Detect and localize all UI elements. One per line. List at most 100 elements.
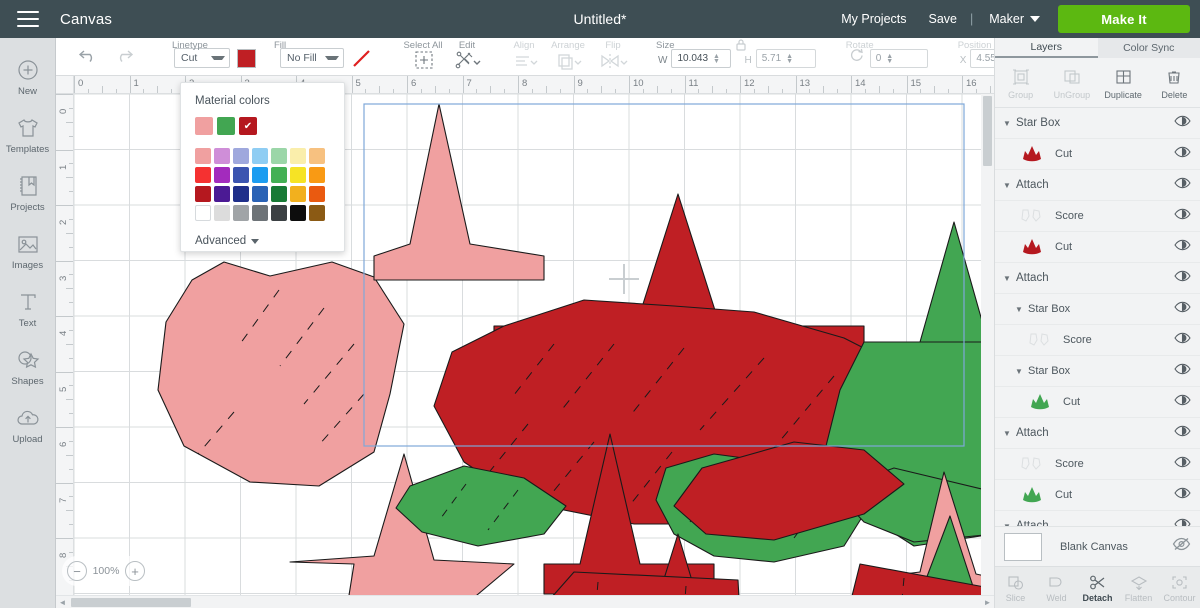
material-colors-popup[interactable]: Material colors ✔ Advanced (180, 82, 345, 252)
rotate-input[interactable]: 0 ▲ ▼ (869, 49, 928, 68)
color-swatch[interactable] (195, 148, 211, 164)
eye-visible-icon[interactable] (1174, 300, 1191, 318)
sidebar-item-new[interactable]: New (0, 48, 56, 106)
eye-visible-icon[interactable] (1174, 145, 1191, 163)
layer-group-row[interactable]: ▼ Star Box (995, 108, 1200, 139)
height-input[interactable]: 5.71 ▲ ▼ (755, 49, 816, 68)
recent-color-swatch-selected[interactable]: ✔ (239, 117, 257, 135)
blank-canvas-swatch[interactable] (1004, 532, 1042, 561)
color-swatch[interactable] (290, 167, 306, 183)
color-swatch[interactable] (214, 148, 230, 164)
eye-visible-icon[interactable] (1174, 455, 1191, 473)
caret-down-icon[interactable]: ▼ (1003, 181, 1016, 190)
undo-icon[interactable] (78, 47, 98, 68)
color-swatch[interactable] (214, 205, 230, 221)
layer-row[interactable]: Score (995, 449, 1200, 480)
color-swatch[interactable] (290, 148, 306, 164)
slice-button[interactable]: Slice (995, 572, 1036, 603)
blank-canvas-row[interactable]: Blank Canvas (995, 526, 1200, 566)
linetype-color-swatch[interactable] (237, 49, 256, 68)
color-swatch[interactable] (271, 205, 287, 221)
color-swatch[interactable] (271, 186, 287, 202)
layer-group-row[interactable]: ▼ Attach (995, 418, 1200, 449)
color-swatch[interactable] (252, 205, 268, 221)
scroll-left-arrow-icon[interactable]: ◄ (56, 598, 69, 607)
save-button[interactable]: Save (918, 12, 969, 26)
color-swatch[interactable] (252, 167, 268, 183)
eye-visible-icon[interactable] (1174, 331, 1191, 349)
sidebar-item-text[interactable]: Text (0, 280, 56, 338)
spinner-icon[interactable]: ▲▼ (786, 53, 793, 65)
advanced-colors-toggle[interactable]: Advanced (195, 235, 330, 247)
eye-visible-icon[interactable] (1174, 114, 1191, 132)
vertical-ruler[interactable]: 0 1 2 3 4 5 6 7 8 (56, 76, 74, 608)
edit-button[interactable] (454, 49, 482, 71)
color-swatch[interactable] (309, 167, 325, 183)
flatten-button[interactable]: Flatten (1118, 572, 1159, 603)
machine-selector[interactable]: Maker (975, 12, 1050, 26)
color-swatch[interactable] (214, 167, 230, 183)
layer-row[interactable]: Score (995, 325, 1200, 356)
make-it-button[interactable]: Make It (1058, 5, 1190, 33)
no-fill-slash-icon[interactable] (351, 48, 372, 69)
sidebar-item-templates[interactable]: Templates (0, 106, 56, 164)
zoom-in-button[interactable]: + (124, 561, 145, 581)
align-button[interactable] (512, 51, 538, 71)
tab-color-sync[interactable]: Color Sync (1098, 38, 1200, 58)
contour-button[interactable]: Contour (1159, 572, 1200, 603)
color-swatch[interactable] (290, 186, 306, 202)
color-swatch[interactable] (309, 205, 325, 221)
color-swatch[interactable] (233, 148, 249, 164)
color-swatch[interactable] (195, 167, 211, 183)
layers-list[interactable]: ▼ Star Box Cut ▼ Attach Score Cut ▼ Attach ▼ Star … (995, 108, 1200, 526)
color-swatch[interactable] (233, 205, 249, 221)
zoom-control[interactable]: − 100% + (62, 556, 150, 586)
sidebar-item-shapes[interactable]: Shapes (0, 338, 56, 396)
delete-button[interactable]: Delete (1149, 66, 1200, 100)
canvas-vertical-scrollbar[interactable] (981, 94, 994, 595)
my-projects-link[interactable]: My Projects (830, 12, 917, 26)
spinner-icon[interactable]: ▲▼ (713, 53, 720, 65)
recent-color-swatch[interactable] (195, 117, 213, 135)
eye-hidden-icon[interactable] (1172, 537, 1191, 556)
eye-visible-icon[interactable] (1174, 393, 1191, 411)
width-input[interactable]: 10.043 ▲ ▼ (671, 49, 732, 68)
tab-layers[interactable]: Layers (995, 38, 1098, 58)
eye-visible-icon[interactable] (1174, 486, 1191, 504)
layer-group-row[interactable]: ▼ Attach (995, 511, 1200, 526)
select-all-button[interactable] (412, 49, 436, 71)
color-swatch[interactable] (214, 186, 230, 202)
color-swatch-grid[interactable] (195, 148, 330, 221)
recent-color-swatch[interactable] (217, 117, 235, 135)
hamburger-menu-icon[interactable] (0, 0, 56, 38)
layer-group-row[interactable]: ▼ Attach (995, 263, 1200, 294)
color-swatch[interactable] (290, 205, 306, 221)
scrollbar-thumb[interactable] (983, 96, 992, 166)
eye-visible-icon[interactable] (1174, 517, 1191, 526)
layer-group-row[interactable]: ▼ Attach (995, 170, 1200, 201)
layer-group-row[interactable]: ▼ Star Box (995, 294, 1200, 325)
layer-row[interactable]: Score (995, 201, 1200, 232)
caret-down-icon[interactable]: ▼ (1015, 305, 1028, 314)
eye-visible-icon[interactable] (1174, 424, 1191, 442)
sidebar-item-projects[interactable]: Projects (0, 164, 56, 222)
scroll-right-arrow-icon[interactable]: ► (981, 598, 994, 607)
canvas-horizontal-scrollbar[interactable]: ◄ ► (56, 595, 994, 608)
fill-select[interactable]: No Fill (280, 48, 344, 68)
eye-visible-icon[interactable] (1174, 269, 1191, 287)
color-swatch[interactable] (252, 186, 268, 202)
layer-row[interactable]: Cut (995, 139, 1200, 170)
color-swatch[interactable] (271, 167, 287, 183)
caret-down-icon[interactable]: ▼ (1003, 119, 1016, 128)
eye-visible-icon[interactable] (1174, 238, 1191, 256)
caret-down-icon[interactable]: ▼ (1015, 367, 1028, 376)
layer-row[interactable]: Cut (995, 480, 1200, 511)
zoom-out-button[interactable]: − (67, 561, 87, 581)
lock-icon[interactable] (734, 37, 748, 58)
color-swatch[interactable] (233, 167, 249, 183)
color-swatch[interactable] (195, 205, 211, 221)
color-swatch[interactable] (309, 186, 325, 202)
color-swatch[interactable] (252, 148, 268, 164)
eye-visible-icon[interactable] (1174, 207, 1191, 225)
ungroup-button[interactable]: UnGroup (1046, 66, 1097, 100)
